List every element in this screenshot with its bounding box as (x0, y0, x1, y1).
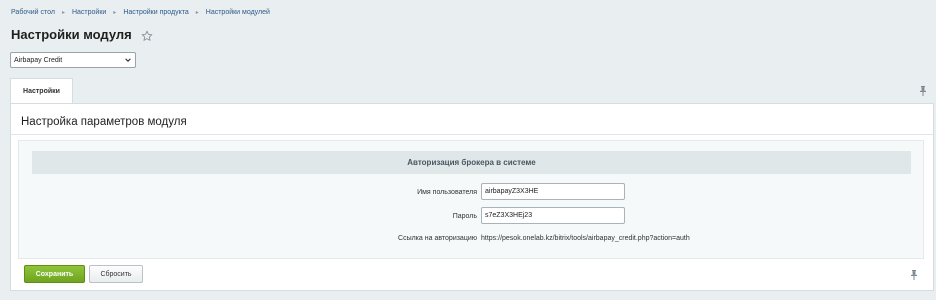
chevron-down-icon (125, 58, 131, 62)
breadcrumb-item-settings[interactable]: Настройки (72, 9, 106, 16)
settings-panel: Настройка параметров модуля Авторизация … (10, 103, 934, 291)
auth-link-label: Ссылка на авторизацию (398, 234, 477, 242)
form-row-username: Имя пользователя airbapayZ3X3HE (19, 183, 925, 201)
pin-icon[interactable] (910, 270, 918, 280)
tab-settings-label: Настройки (23, 87, 60, 95)
username-input[interactable]: airbapayZ3X3HE (481, 183, 625, 200)
form-row-password: Пароль s7eZ3X3HEj23 (19, 207, 925, 225)
panel-heading: Настройка параметров модуля (21, 116, 187, 128)
breadcrumb-separator-icon: ▸ (195, 10, 199, 16)
breadcrumb-separator-icon: ▸ (61, 10, 65, 16)
auth-section: Авторизация брокера в системе Имя пользо… (18, 140, 924, 259)
reset-button[interactable]: Сбросить (89, 265, 143, 283)
tab-bar: Настройки (10, 78, 936, 103)
auth-link-value: https://pesok.onelab.kz/bitrix/tools/air… (481, 234, 690, 242)
breadcrumb-item-desktop[interactable]: Рабочий стол (11, 9, 55, 16)
module-select-value: Airbapay Credit (14, 56, 63, 64)
star-icon[interactable] (141, 29, 153, 41)
pin-icon[interactable] (919, 86, 927, 96)
form-row-auth-link: Ссылка на авторизацию https://pesok.onel… (19, 229, 925, 247)
title-row: Настройки модуля (11, 27, 153, 42)
breadcrumb-item-module-settings[interactable]: Настройки модулей (206, 9, 270, 16)
tab-settings[interactable]: Настройки (10, 78, 73, 103)
breadcrumb: Рабочий стол ▸ Настройки ▸ Настройки про… (11, 9, 270, 16)
page-title: Настройки модуля (11, 27, 132, 42)
breadcrumb-item-product-settings[interactable]: Настройки продукта (123, 9, 188, 16)
divider (11, 134, 933, 135)
username-label: Имя пользователя (417, 188, 477, 196)
breadcrumb-separator-icon: ▸ (113, 10, 117, 16)
password-input[interactable]: s7eZ3X3HEj23 (481, 207, 625, 224)
save-button[interactable]: Сохранить (24, 265, 85, 283)
section-header: Авторизация брокера в системе (32, 151, 911, 174)
module-select[interactable]: Airbapay Credit (10, 52, 136, 68)
password-label: Пароль (452, 212, 477, 220)
